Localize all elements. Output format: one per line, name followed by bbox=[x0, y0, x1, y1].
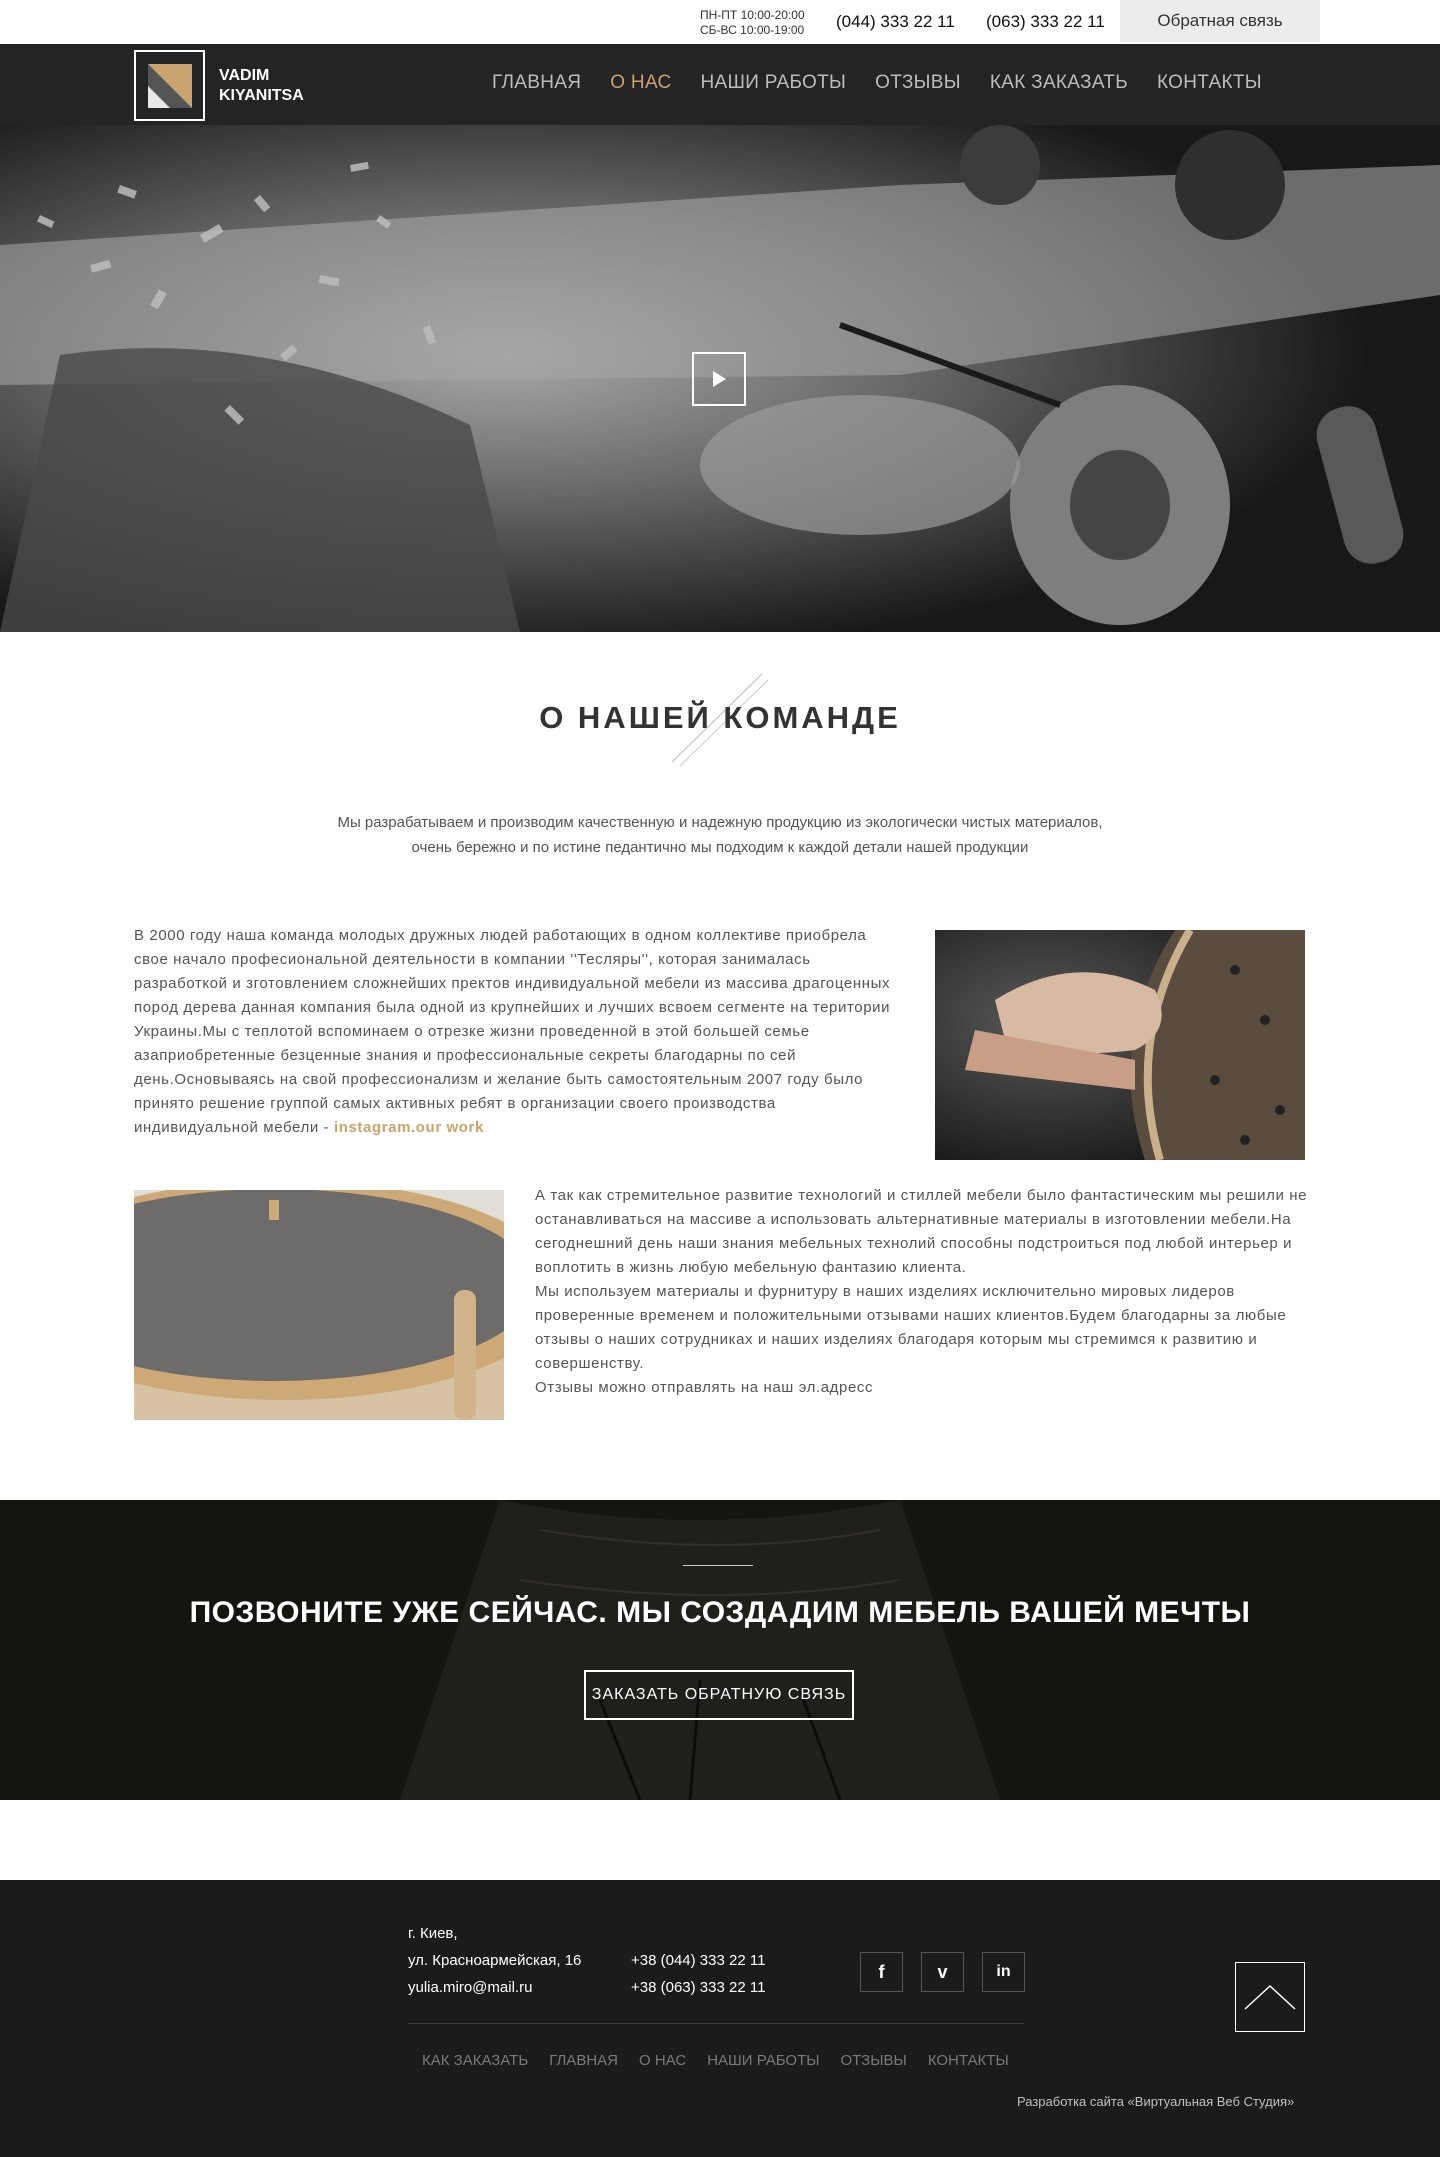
logo-line-1: VADIM bbox=[219, 66, 270, 84]
instagram-link[interactable]: instagram.our work bbox=[334, 1119, 484, 1136]
footer-phone-2[interactable]: +38 (063) 333 22 11 bbox=[631, 1974, 765, 2001]
footer-nav-home[interactable]: ГЛАВНАЯ bbox=[549, 2052, 618, 2069]
footer-street: ул. Красноармейская, 16 bbox=[408, 1952, 582, 1969]
about-intro-line-2: очень бережно и по истине педантично мы … bbox=[411, 839, 1029, 856]
footer-nav-works[interactable]: НАШИ РАБОТЫ bbox=[707, 2052, 819, 2069]
about-paragraph-1: В 2000 году наша команда молодых дружных… bbox=[134, 924, 904, 1140]
cta-divider bbox=[683, 1565, 753, 1566]
cta-title: ПОЗВОНИТЕ УЖЕ СЕЙЧАС. МЫ СОЗДАДИМ МЕБЕЛЬ… bbox=[189, 1596, 1251, 1629]
phone-link-2[interactable]: (063) 333 22 11 bbox=[986, 12, 1105, 32]
hours-weekend: СБ-ВС 10:00-19:00 bbox=[700, 23, 805, 37]
phone-link-1[interactable]: (044) 333 22 11 bbox=[836, 12, 955, 32]
about-paragraph-4-text: Отзывы можно отправлять на наш эл.адресс bbox=[535, 1379, 874, 1396]
footer-address: г. Киев, ул. Красноармейская, 16 yulia.m… bbox=[408, 1920, 581, 2001]
play-icon bbox=[713, 371, 726, 387]
footer-phone-1[interactable]: +38 (044) 333 22 11 bbox=[631, 1947, 765, 1974]
about-title: О НАШЕЙ КОМАНДЕ bbox=[539, 700, 901, 735]
working-hours: ПН-ПТ 10:00-20:00 СБ-ВС 10:00-19:00 bbox=[700, 8, 805, 38]
developer-credit: Разработка сайта «Виртуальная Веб Студия… bbox=[1017, 2094, 1295, 2109]
nav-item-works[interactable]: НАШИ РАБОТЫ bbox=[701, 72, 847, 94]
vimeo-icon[interactable]: v bbox=[921, 1952, 964, 1992]
scroll-to-top-button[interactable] bbox=[1235, 1962, 1305, 2032]
about-paragraph-2-text: А так как стремительное развитие техноло… bbox=[535, 1187, 1308, 1276]
footer-nav-about[interactable]: О НАС bbox=[639, 2052, 686, 2069]
top-bar: ПН-ПТ 10:00-20:00 СБ-ВС 10:00-19:00 (044… bbox=[0, 0, 1440, 44]
footer-divider bbox=[408, 2023, 1024, 2024]
logo-line-2: KIYANITSA bbox=[219, 86, 304, 104]
play-video-button[interactable] bbox=[692, 352, 746, 406]
hours-weekdays: ПН-ПТ 10:00-20:00 bbox=[700, 8, 805, 22]
footer-email-link[interactable]: yulia.miro@mail.ru bbox=[408, 1979, 532, 1996]
about-paragraph-2: А так как стремительное развитие техноло… bbox=[535, 1184, 1315, 1400]
nav-item-contacts[interactable]: КОНТАКТЫ bbox=[1157, 72, 1262, 94]
nav-item-home[interactable]: ГЛАВНАЯ bbox=[492, 72, 581, 94]
nav-item-reviews[interactable]: ОТЗЫВЫ bbox=[875, 72, 961, 94]
footer: г. Киев, ул. Красноармейская, 16 yulia.m… bbox=[0, 1880, 1440, 2157]
chevron-up-icon bbox=[1244, 1984, 1296, 2010]
footer-city: г. Киев, bbox=[408, 1925, 458, 1942]
craftsman-sanding-photo bbox=[935, 930, 1305, 1160]
feedback-button[interactable]: Обратная связь bbox=[1120, 0, 1320, 42]
footer-nav: КАК ЗАКАЗАТЬ ГЛАВНАЯ О НАС НАШИ РАБОТЫ О… bbox=[422, 2052, 1030, 2069]
logo-mark-icon bbox=[134, 50, 205, 121]
footer-nav-contacts[interactable]: КОНТАКТЫ bbox=[928, 2052, 1009, 2069]
cta-background-wood bbox=[0, 1500, 1440, 1800]
footer-phones: +38 (044) 333 22 11 +38 (063) 333 22 11 bbox=[631, 1947, 765, 2001]
call-to-action-section: ПОЗВОНИТЕ УЖЕ СЕЙЧАС. МЫ СОЗДАДИМ МЕБЕЛЬ… bbox=[0, 1500, 1440, 1800]
hero-video bbox=[0, 125, 1440, 632]
about-intro-line-1: Мы разрабатываем и производим качественн… bbox=[337, 814, 1103, 831]
facebook-icon[interactable]: f bbox=[860, 1952, 903, 1992]
about-paragraph-1-text: В 2000 году наша команда молодых дружных… bbox=[134, 927, 891, 1136]
main-navbar: VADIM KIYANITSA ГЛАВНАЯ О НАС НАШИ РАБОТ… bbox=[0, 44, 1440, 125]
logo-text: VADIM KIYANITSA bbox=[219, 66, 304, 106]
footer-nav-reviews[interactable]: ОТЗЫВЫ bbox=[841, 2052, 907, 2069]
order-callback-button[interactable]: ЗАКАЗАТЬ ОБРАТНУЮ СВЯЗЬ bbox=[584, 1670, 854, 1720]
nav-item-how-to-order[interactable]: КАК ЗАКАЗАТЬ bbox=[990, 72, 1128, 94]
wooden-table-photo bbox=[134, 1190, 504, 1420]
linkedin-icon[interactable]: in bbox=[982, 1952, 1025, 1992]
primary-nav: ГЛАВНАЯ О НАС НАШИ РАБОТЫ ОТЗЫВЫ КАК ЗАК… bbox=[492, 72, 1291, 94]
footer-nav-how-to-order[interactable]: КАК ЗАКАЗАТЬ bbox=[422, 2052, 528, 2069]
about-intro: Мы разрабатываем и производим качественн… bbox=[0, 810, 1440, 860]
nav-item-about[interactable]: О НАС bbox=[610, 72, 671, 94]
about-paragraph-3-text: Мы используем материалы и фурнитуру в на… bbox=[535, 1283, 1287, 1372]
logo[interactable]: VADIM KIYANITSA bbox=[134, 50, 304, 121]
